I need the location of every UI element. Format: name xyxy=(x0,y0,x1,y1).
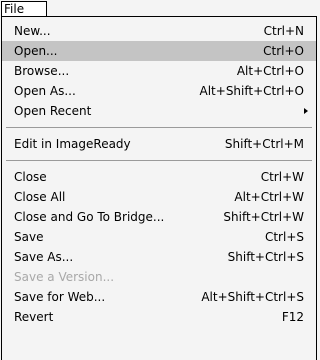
menu-item-label: Open As... xyxy=(14,84,76,98)
menu-item-save-for-web[interactable]: Save for Web... Alt+Shift+Ctrl+S xyxy=(2,287,316,307)
menu-items-list: New... Ctrl+N Open... Ctrl+O Browse... Alt+Ct… xyxy=(2,21,316,327)
menu-item-label: Open... xyxy=(14,44,58,58)
menu-item-label: Revert xyxy=(14,310,54,324)
menu-item-shortcut: Shift+Ctrl+W xyxy=(223,210,304,224)
menu-bar: File xyxy=(0,0,320,17)
menu-item-shortcut: Ctrl+N xyxy=(263,24,304,38)
menu-item-shortcut: Ctrl+W xyxy=(260,170,304,184)
menu-item-shortcut: Shift+Ctrl+S xyxy=(227,250,304,264)
menu-item-open-as[interactable]: Open As... Alt+Shift+Ctrl+O xyxy=(2,81,316,101)
menu-item-edit-in-imageready[interactable]: Edit in ImageReady Shift+Ctrl+M xyxy=(2,134,316,154)
menu-item-label: Save xyxy=(14,230,44,244)
menu-item-close[interactable]: Close Ctrl+W xyxy=(2,167,316,187)
file-menu-dropdown: New... Ctrl+N Open... Ctrl+O Browse... Alt+Ct… xyxy=(1,16,317,360)
menu-item-label: New... xyxy=(14,24,51,38)
menu-item-open[interactable]: Open... Ctrl+O xyxy=(2,41,316,61)
menu-item-label: Save for Web... xyxy=(14,290,106,304)
menu-item-label: Open Recent xyxy=(14,104,92,118)
menu-item-close-and-go-to-bridge[interactable]: Close and Go To Bridge... Shift+Ctrl+W xyxy=(2,207,316,227)
menu-item-close-all[interactable]: Close All Alt+Ctrl+W xyxy=(2,187,316,207)
menu-item-label: Save As... xyxy=(14,250,74,264)
menu-item-new[interactable]: New... Ctrl+N xyxy=(2,21,316,41)
menu-item-shortcut: F12 xyxy=(281,310,304,324)
menu-item-open-recent[interactable]: Open Recent xyxy=(2,101,316,121)
menu-separator xyxy=(2,154,316,167)
menu-item-shortcut: Alt+Shift+Ctrl+O xyxy=(199,84,304,98)
menu-item-label: Save a Version... xyxy=(14,270,115,284)
menu-item-shortcut: Ctrl+S xyxy=(264,230,304,244)
menu-item-shortcut: Alt+Ctrl+W xyxy=(234,190,304,204)
menu-separator xyxy=(2,121,316,134)
menu-item-label: Browse... xyxy=(14,64,70,78)
file-menu-title[interactable]: File xyxy=(1,1,47,17)
menu-item-browse[interactable]: Browse... Alt+Ctrl+O xyxy=(2,61,316,81)
menu-item-save-as[interactable]: Save As... Shift+Ctrl+S xyxy=(2,247,316,267)
menu-item-label: Close xyxy=(14,170,47,184)
menu-item-save-a-version: Save a Version... xyxy=(2,267,316,287)
submenu-arrow-icon xyxy=(304,108,308,114)
menu-item-shortcut: Alt+Shift+Ctrl+S xyxy=(201,290,304,304)
menu-item-save[interactable]: Save Ctrl+S xyxy=(2,227,316,247)
menu-item-shortcut: Alt+Ctrl+O xyxy=(236,64,304,78)
menu-item-shortcut: Ctrl+O xyxy=(263,44,304,58)
menu-item-label: Close and Go To Bridge... xyxy=(14,210,165,224)
menu-item-label: Close All xyxy=(14,190,66,204)
menu-item-revert[interactable]: Revert F12 xyxy=(2,307,316,327)
menu-item-label: Edit in ImageReady xyxy=(14,137,131,151)
menu-item-shortcut: Shift+Ctrl+M xyxy=(224,137,304,151)
